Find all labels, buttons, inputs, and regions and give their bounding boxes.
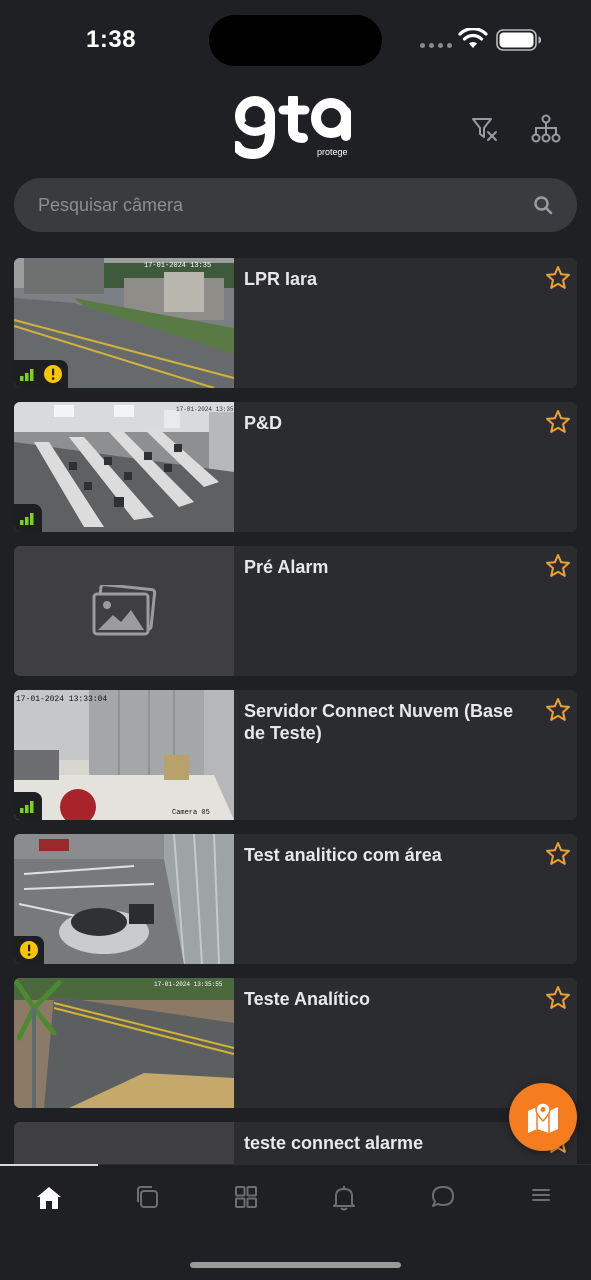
search-icon[interactable] [533, 195, 553, 215]
map-pin-icon [528, 1102, 558, 1133]
tab-menu[interactable] [521, 1185, 561, 1217]
wifi-icon [458, 28, 488, 48]
search-bar [14, 178, 577, 232]
camera-thumbnail-office: 17-01-2024 13:35:33 [14, 402, 234, 532]
warning-icon [44, 365, 62, 383]
camera-list: 17-01-2024 13:35 LPR Iara 17-01-2024 13:… [14, 258, 577, 1266]
status-badges [14, 792, 42, 820]
hierarchy-button[interactable] [531, 114, 561, 144]
menu-icon [532, 1189, 550, 1201]
svg-text:17-01-2024 13:35:55: 17-01-2024 13:35:55 [154, 981, 223, 988]
camera-card[interactable]: 17-01-2024 13:35 LPR Iara [14, 258, 577, 388]
image-placeholder-icon [92, 585, 157, 636]
svg-text:Camera 05: Camera 05 [172, 809, 210, 817]
camera-name: teste connect alarme [244, 1133, 424, 1153]
layers-icon [137, 1186, 158, 1208]
camera-thumbnail-road: 17-01-2024 13:35:55 [14, 978, 234, 1108]
camera-card[interactable]: Pré Alarm [14, 546, 577, 676]
camera-card[interactable]: 17-01-2024 13:35:33 P&D [14, 402, 577, 532]
svg-text:17-01-2024 13:35:33: 17-01-2024 13:35:33 [176, 406, 234, 413]
camera-card[interactable]: Test analitico com área [14, 834, 577, 964]
battery-icon [496, 29, 541, 51]
svg-text:17-01-2024 13:35: 17-01-2024 13:35 [144, 262, 211, 270]
status-time: 1:38 [86, 26, 137, 53]
home-icon [37, 1187, 61, 1209]
map-fab-button[interactable] [509, 1083, 577, 1151]
camera-name: P&D [244, 413, 283, 433]
favorite-star-icon[interactable] [545, 697, 571, 723]
favorite-star-icon[interactable] [545, 985, 571, 1011]
signal-strength-icon [20, 369, 34, 381]
favorite-star-icon[interactable] [545, 265, 571, 291]
favorite-star-icon[interactable] [545, 841, 571, 867]
tab-grid[interactable] [226, 1185, 266, 1217]
active-tab-indicator [0, 1164, 98, 1166]
camera-card[interactable]: 17-01-2024 13:33:04 Camera 05 Servidor C… [14, 690, 577, 820]
tab-home[interactable] [29, 1185, 69, 1217]
cellular-signal-icon [420, 43, 452, 48]
svg-text:protege: protege [317, 147, 348, 157]
home-indicator [190, 1262, 401, 1268]
camera-card[interactable]: 17-01-2024 13:35:55 Teste Analítico [14, 978, 577, 1108]
chat-icon [432, 1186, 454, 1207]
status-badges [14, 504, 42, 532]
camera-thumbnail-placeholder [14, 546, 234, 676]
dynamic-island [209, 15, 382, 66]
status-badges [14, 360, 68, 388]
filter-clear-icon [472, 118, 497, 141]
favorite-star-icon[interactable] [545, 553, 571, 579]
tab-notifications[interactable] [324, 1185, 364, 1217]
tab-layers[interactable] [127, 1185, 167, 1217]
camera-name: Servidor Connect Nuvem (Base de Teste) [244, 701, 514, 743]
clear-filter-button[interactable] [470, 114, 500, 144]
tab-chat[interactable] [423, 1185, 463, 1217]
camera-thumbnail-storage: 17-01-2024 13:33:04 Camera 05 [14, 690, 234, 820]
camera-name: Teste Analítico [244, 989, 371, 1009]
camera-name: Pré Alarm [244, 557, 329, 577]
favorite-star-icon[interactable] [545, 409, 571, 435]
camera-thumbnail-parking [14, 834, 234, 964]
grid-icon [235, 1186, 257, 1208]
camera-name: Test analitico com área [244, 845, 442, 865]
bell-icon [333, 1186, 355, 1211]
gta-protege-logo: protege [235, 96, 351, 160]
status-badges [14, 936, 44, 964]
status-bar: 1:38 [0, 0, 591, 80]
svg-text:17-01-2024 13:33:04: 17-01-2024 13:33:04 [16, 695, 107, 704]
warning-icon [20, 941, 38, 959]
signal-strength-icon [20, 801, 34, 813]
camera-name: LPR Iara [244, 269, 318, 289]
signal-strength-icon [20, 513, 34, 525]
search-input[interactable] [38, 194, 533, 216]
hierarchy-icon [531, 114, 561, 143]
